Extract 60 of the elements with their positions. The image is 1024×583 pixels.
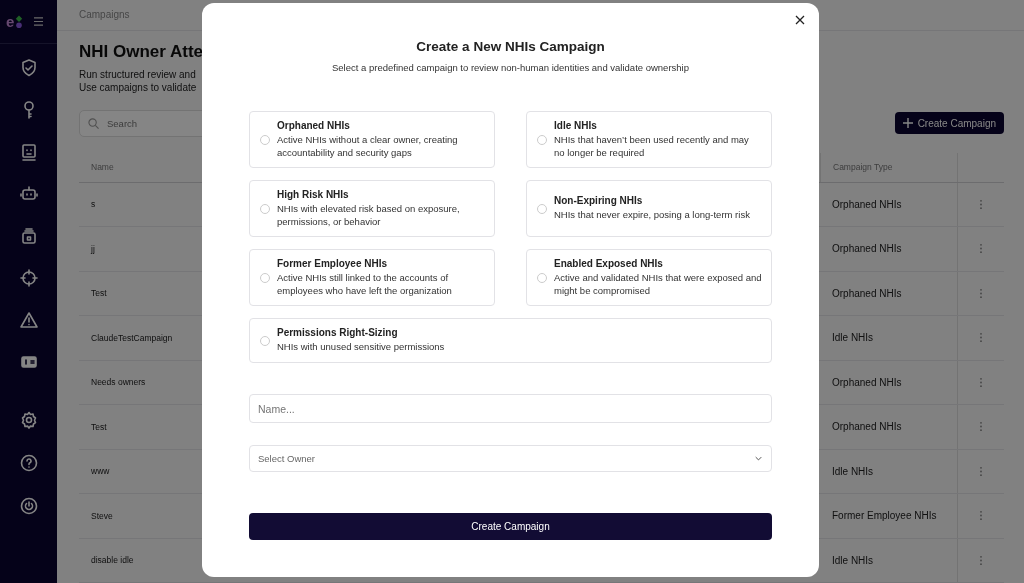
option-title: Idle NHIs [554, 119, 597, 131]
table-cell-text: Orphaned NHIs [831, 375, 903, 390]
option-description: NHIs with unused sensitive permissions [277, 340, 445, 354]
column-header: Name [91, 162, 114, 172]
owner-select[interactable]: Select Owner [249, 445, 772, 472]
warning-icon[interactable] [18, 310, 39, 330]
create-campaign-button[interactable]: Create Campaign [249, 513, 772, 540]
table-cell-text: Orphaned NHIs [831, 420, 903, 435]
create-campaign-button[interactable]: Create Campaign [894, 112, 1004, 134]
page-description: Use campaigns to validate [79, 80, 197, 94]
table-cell: www [91, 466, 110, 477]
option-description: NHIs that never expire, posing a long-term risk [554, 208, 750, 222]
table-cell-text: Idle NHIs [831, 553, 875, 568]
option-title: Enabled Exposed NHIs [554, 257, 663, 269]
table-cell: Steve [91, 510, 113, 521]
page-title: NHI Owner Atte [79, 41, 204, 62]
table-cell: jj [91, 243, 95, 254]
option-title: Non-Expiring NHIs [554, 195, 643, 207]
table-cell-text: Former Employee NHIs [831, 509, 938, 524]
column-header: Campaign Type [820, 152, 957, 182]
table-cell-text: Idle NHIs [831, 331, 875, 346]
option-description: Active NHIs without a clear owner, creating accountability and security gaps [277, 132, 459, 160]
table-cell: Test [91, 288, 107, 299]
campaign-option[interactable]: Non-Expiring NHIs NHIs that never expire, posing a long-term risk [526, 180, 772, 237]
modal-subtitle: Select a predefined campaign to review non-human identities and validate ownership [332, 62, 689, 73]
menu-icon[interactable] [33, 17, 45, 26]
chevron-down-icon [755, 456, 762, 461]
campaign-option[interactable]: High Risk NHIs NHIs with elevated risk based on exposure, permissions, or behavior [249, 180, 495, 237]
table-cell: ClaudeTestCampaign [91, 332, 173, 343]
help-icon[interactable] [18, 453, 39, 473]
option-title: Former Employee NHIs [277, 257, 388, 269]
plus-icon [902, 118, 913, 128]
table-cell: Test [91, 421, 107, 432]
campaign-option[interactable]: Permissions Right-Sizing NHIs with unused sensitive permissions [249, 318, 772, 363]
table-cell-text: Idle NHIs [831, 464, 875, 479]
option-title: Permissions Right-Sizing [277, 327, 398, 339]
option-description: NHIs with elevated risk based on exposure, permissions, or behavior [277, 201, 461, 229]
table-cell-text: Orphaned NHIs [831, 197, 903, 212]
campaign-option[interactable]: Enabled Exposed NHIs Active and validated NHIs that were exposed and might be compromised [526, 249, 772, 306]
table-cell: disable idle [91, 555, 134, 566]
logo: e [6, 14, 24, 29]
table-cell-text: Orphaned NHIs [831, 286, 903, 301]
option-title: High Risk NHIs [277, 188, 349, 200]
crosshair-icon[interactable] [18, 268, 39, 288]
campaign-option[interactable]: Orphaned NHIs Active NHIs without a clear owner, creating accountability and security gaps [249, 111, 495, 168]
campaign-option[interactable]: Idle NHIs NHIs that haven’t been used recently and may no longer be required [526, 111, 772, 168]
option-description: Active and validated NHIs that were exposed and might be compromised [554, 270, 762, 298]
close-icon[interactable] [793, 13, 807, 27]
page-description: Run structured review and [79, 67, 196, 81]
option-description: NHIs that haven’t been used recently and may no longer be required [554, 132, 750, 160]
search-icon [88, 117, 99, 129]
table-cell-text: Orphaned NHIs [831, 242, 903, 257]
option-description: Active NHIs still linked to the accounts of employees who have left the organization [277, 270, 453, 298]
table-cell: Needs owners [91, 377, 146, 388]
power-icon[interactable] [18, 496, 39, 516]
table-cell: s [91, 199, 96, 210]
option-title: Orphaned NHIs [277, 119, 350, 131]
campaign-option[interactable]: Former Employee NHIs Active NHIs still linked to the accounts of employees who have left the organization [249, 249, 495, 306]
name-field[interactable]: Name... [249, 394, 772, 423]
modal-title: Create a New NHIs Campaign [416, 39, 605, 54]
